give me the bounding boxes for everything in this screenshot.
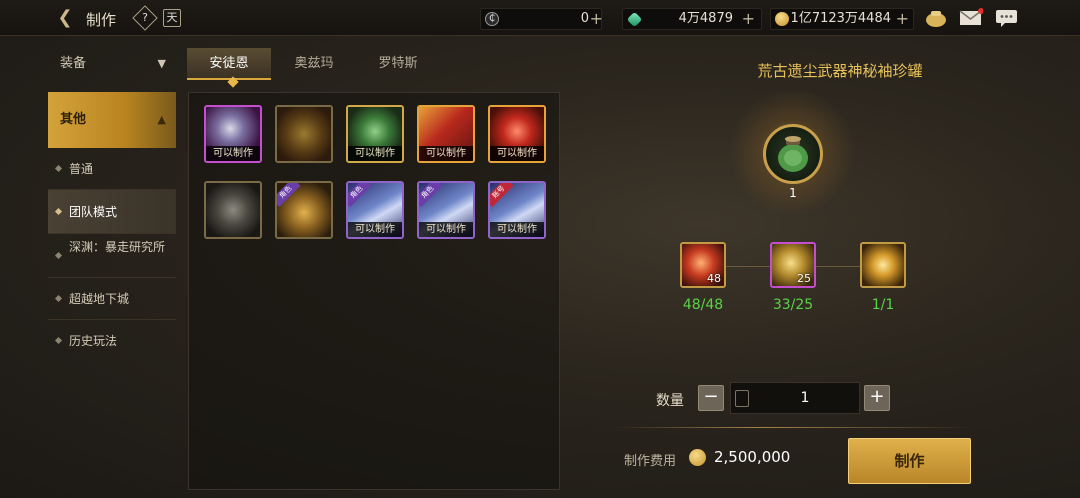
sidebar-item-team-mode[interactable]: 团队模式 bbox=[48, 190, 176, 234]
item-slot[interactable]: 角色 可以制作 bbox=[417, 181, 475, 239]
item-title: 荒古遗尘武器神秘袖珍罐 bbox=[757, 62, 923, 80]
add-gold-button[interactable]: + bbox=[896, 9, 909, 29]
craftable-tag: 可以制作 bbox=[490, 222, 544, 237]
material-count: 48 bbox=[707, 272, 721, 285]
bracelet-icon bbox=[277, 107, 331, 161]
material-have: 33/25 bbox=[772, 297, 814, 313]
chat-icon[interactable] bbox=[995, 8, 1019, 28]
item-slot[interactable]: 可以制作 bbox=[488, 105, 546, 163]
craft-button[interactable]: 制作 bbox=[848, 438, 971, 484]
currency-gold: 1亿7123万4484 + bbox=[770, 8, 914, 30]
item-grid: 可以制作 可以制作 可以制作 可以制作 角色 角色 可以制作 角色 可以制作 账… bbox=[188, 92, 560, 490]
cost-value: 2,500,000 bbox=[714, 448, 791, 466]
tab-lotus[interactable]: 罗特斯 bbox=[363, 48, 433, 80]
sidebar-item-abyss[interactable]: 深渊：暴走研究所 bbox=[48, 234, 176, 278]
craftable-tag: 可以制作 bbox=[206, 146, 260, 161]
sidebar-item-normal[interactable]: 普通 bbox=[48, 148, 176, 190]
green-crystal-icon bbox=[626, 11, 643, 28]
tab-label: 安徒恩 bbox=[209, 56, 249, 71]
material-have: 1/1 bbox=[871, 297, 895, 313]
craftable-tag: 可以制作 bbox=[490, 146, 544, 161]
item-slot[interactable] bbox=[204, 181, 262, 239]
category-other[interactable]: 其他 ▲ bbox=[48, 92, 176, 148]
chevron-down-icon: ▼ bbox=[157, 57, 166, 70]
tab-anton[interactable]: 安徒恩 bbox=[187, 48, 271, 80]
category-equip-label: 装备 bbox=[60, 56, 87, 71]
sidebar-item-label: 普通 bbox=[69, 162, 94, 176]
material-slot[interactable]: 25 bbox=[770, 242, 816, 288]
gold-coin-icon bbox=[775, 12, 789, 26]
craftable-tag: 可以制作 bbox=[419, 222, 473, 237]
item-slot[interactable]: 账号 可以制作 bbox=[488, 181, 546, 239]
calculator-icon[interactable] bbox=[735, 390, 749, 407]
mail-icon[interactable] bbox=[959, 8, 984, 28]
help-icon[interactable]: ? bbox=[132, 5, 158, 31]
currency-crystal: 4万4879 + bbox=[622, 8, 762, 30]
quantity-label: 数量 bbox=[656, 393, 684, 409]
page-title: 制作 bbox=[86, 11, 117, 29]
tab-label: 奥兹玛 bbox=[294, 56, 334, 71]
sidebar-item-label: 深渊：暴走研究所 bbox=[69, 240, 166, 254]
item-slot[interactable] bbox=[275, 105, 333, 163]
gold-compass-icon bbox=[862, 244, 904, 286]
back-arrow-icon[interactable]: ❮ bbox=[54, 8, 76, 28]
material-slot[interactable]: 48 bbox=[680, 242, 726, 288]
gold-coin-icon bbox=[689, 449, 706, 466]
tab-label: 罗特斯 bbox=[378, 56, 418, 71]
quantity-minus-button[interactable]: − bbox=[698, 385, 724, 411]
sidebar-item-label: 超越地下城 bbox=[69, 292, 130, 306]
material-count: 25 bbox=[797, 272, 811, 285]
item-slot[interactable]: 可以制作 bbox=[204, 105, 262, 163]
quantity-input[interactable]: 1 bbox=[730, 382, 860, 414]
add-crystal-button[interactable]: + bbox=[742, 9, 755, 29]
category-sidebar: 装备 ▼ 其他 ▲ 普通 团队模式 深渊：暴走研究所 超越地下城 历史玩法 bbox=[48, 46, 176, 362]
quantity-plus-button[interactable]: + bbox=[864, 385, 890, 411]
item-slot[interactable]: 角色 可以制作 bbox=[346, 181, 404, 239]
item-slot[interactable]: 可以制作 bbox=[346, 105, 404, 163]
tab-ozma[interactable]: 奥兹玛 bbox=[279, 48, 349, 80]
material-slot[interactable] bbox=[860, 242, 906, 288]
bag-icon[interactable] bbox=[924, 8, 948, 28]
calendar-icon[interactable]: 天 bbox=[163, 9, 181, 27]
currency-c: ₵ 0 + bbox=[480, 8, 603, 30]
top-bar: ❮ 制作 ? 天 ₵ 0 + 4万4879 + 1亿7123万4484 + bbox=[0, 0, 1080, 36]
chevron-up-icon: ▲ bbox=[157, 113, 166, 126]
item-slot[interactable]: 可以制作 bbox=[417, 105, 475, 163]
sidebar-item-beyond-dungeon[interactable]: 超越地下城 bbox=[48, 278, 176, 320]
chest-icon bbox=[206, 183, 260, 237]
main-item-count: 1 bbox=[789, 186, 797, 200]
add-currency-c-button[interactable]: + bbox=[590, 9, 603, 29]
cost-label: 制作费用 bbox=[624, 454, 677, 469]
craftable-tag: 可以制作 bbox=[348, 146, 402, 161]
craft-detail: 荒古遗尘武器神秘袖珍罐 1 48 25 48/48 33/25 1/1 数量 −… bbox=[614, 46, 1060, 498]
category-other-label: 其他 bbox=[60, 112, 87, 127]
material-have: 48/48 bbox=[682, 297, 724, 313]
item-slot[interactable]: 角色 bbox=[275, 181, 333, 239]
coin-c-icon: ₵ bbox=[485, 12, 499, 26]
category-equip[interactable]: 装备 ▼ bbox=[48, 46, 176, 82]
divider bbox=[614, 427, 974, 428]
green-jar-icon[interactable] bbox=[763, 124, 823, 184]
craftable-tag: 可以制作 bbox=[348, 222, 402, 237]
craftable-tag: 可以制作 bbox=[419, 146, 473, 161]
sidebar-item-label: 团队模式 bbox=[69, 205, 118, 219]
sidebar-item-history[interactable]: 历史玩法 bbox=[48, 320, 176, 362]
sidebar-item-label: 历史玩法 bbox=[69, 334, 118, 348]
quantity-value: 1 bbox=[800, 390, 810, 406]
